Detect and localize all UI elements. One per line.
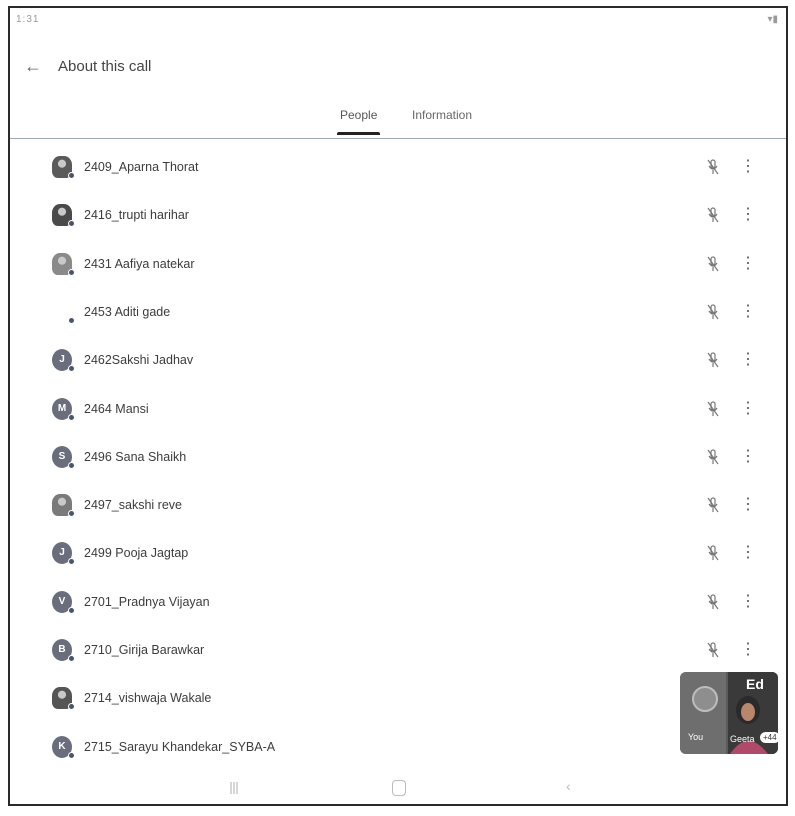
mic-off-icon[interactable] xyxy=(706,158,720,176)
mic-off-icon[interactable] xyxy=(706,496,720,514)
more-options-icon[interactable]: ⋮ xyxy=(740,156,756,178)
mic-off-icon[interactable] xyxy=(706,400,720,418)
nav-back-icon[interactable]: ‹ xyxy=(566,778,571,794)
presence-dot xyxy=(68,703,75,711)
tab-people[interactable]: People xyxy=(337,108,381,135)
more-options-icon[interactable]: ⋮ xyxy=(740,398,756,420)
call-preview-thumbnail[interactable]: You Ed Geeta +44 xyxy=(680,672,778,754)
more-options-icon[interactable]: ⋮ xyxy=(740,494,756,516)
status-icons: ▾▮ xyxy=(767,14,778,25)
self-label: You xyxy=(688,732,704,742)
participant-row[interactable]: 2416_trupti harihar ⋮ xyxy=(10,194,786,240)
participant-row[interactable]: 2714_vishwaja Wakale xyxy=(10,677,786,723)
participant-name: 2409_Aparna Thorat xyxy=(84,160,199,174)
presence-dot xyxy=(68,461,75,469)
participant-name: 2701_Pradnya Vijayan xyxy=(84,594,210,609)
participant-name: 2499 Pooja Jagtap xyxy=(84,546,189,561)
status-bar: 1:31 ▾▮ xyxy=(10,8,786,32)
participant-name: 2496 Sana Shaikh xyxy=(84,449,187,464)
pip-sign-text: Ed xyxy=(746,676,764,692)
participant-row[interactable]: S 2496 Sana Shaikh ⋮ xyxy=(10,436,786,482)
participant-name: 2453 Aditi gade xyxy=(84,304,171,319)
tab-information-label: Information xyxy=(412,108,473,122)
self-video-tile: You xyxy=(680,672,726,754)
page-title: About this call xyxy=(58,58,152,75)
participant-row[interactable]: 2431 Aafiya natekar ⋮ xyxy=(10,243,786,289)
presence-dot xyxy=(68,510,75,518)
participant-name: 2715_Sarayu Khandekar_SYBA-A xyxy=(84,739,276,754)
mic-off-icon[interactable] xyxy=(706,303,720,321)
participant-row[interactable]: 2409_Aparna Thorat ⋮ xyxy=(10,146,786,192)
more-options-icon[interactable]: ⋮ xyxy=(740,204,756,226)
active-tab-indicator xyxy=(337,132,381,135)
home-icon[interactable] xyxy=(392,780,406,796)
system-nav-bar: ‹ xyxy=(10,770,786,804)
participant-count-badge: +44 xyxy=(760,732,778,743)
presence-dot xyxy=(68,365,75,373)
tab-information[interactable]: Information xyxy=(412,108,472,122)
more-options-icon[interactable]: ⋮ xyxy=(740,591,756,613)
presence-dot xyxy=(68,172,75,179)
mic-off-icon[interactable] xyxy=(706,641,720,659)
presenter-label: Geeta xyxy=(730,734,755,744)
participant-name: 2462Sakshi Jadhav xyxy=(84,353,194,368)
presence-dot xyxy=(68,413,75,421)
participant-row[interactable]: B 2710_Girija Barawkar ⋮ xyxy=(10,629,786,675)
participant-name: 2431 Aafiya natekar xyxy=(84,256,195,271)
screen-frame: 1:31 ▾▮ ← About this call People Informa… xyxy=(8,6,788,806)
mic-off-icon[interactable] xyxy=(706,593,720,611)
more-options-icon[interactable]: ⋮ xyxy=(740,253,756,275)
back-arrow-icon[interactable]: ← xyxy=(24,56,42,77)
participant-name: 2710_Girija Barawkar xyxy=(84,643,205,657)
more-options-icon[interactable]: ⋮ xyxy=(740,542,756,564)
participant-row[interactable]: 2497_sakshi reve ⋮ xyxy=(10,484,786,530)
app-bar: ← About this call xyxy=(10,44,786,88)
more-options-icon[interactable]: ⋮ xyxy=(740,639,756,661)
participant-name: 2416_trupti harihar xyxy=(84,208,189,223)
presence-dot xyxy=(68,751,75,759)
participant-row[interactable]: K 2715_Sarayu Khandekar_SYBA-A xyxy=(10,726,786,772)
status-time: 1:31 xyxy=(16,14,40,25)
participant-row[interactable]: J 2462Sakshi Jadhav ⋮ xyxy=(10,339,786,385)
recents-icon[interactable] xyxy=(230,782,238,794)
presence-dot xyxy=(68,220,75,228)
participant-row[interactable]: M 2464 Mansi ⋮ xyxy=(10,388,786,434)
mic-off-icon[interactable] xyxy=(706,206,720,224)
presence-dot xyxy=(68,558,75,566)
mic-off-icon[interactable] xyxy=(706,351,720,369)
mic-off-icon[interactable] xyxy=(706,448,720,466)
presence-dot xyxy=(68,655,75,662)
more-options-icon[interactable]: ⋮ xyxy=(740,301,756,323)
presence-dot xyxy=(68,606,75,614)
presence-dot xyxy=(68,268,75,276)
participant-name: 2497_sakshi reve xyxy=(84,498,182,513)
participant-row[interactable]: V 2701_Pradnya Vijayan ⋮ xyxy=(10,581,786,627)
mic-off-icon[interactable] xyxy=(706,255,720,273)
participant-name: 2714_vishwaja Wakale xyxy=(84,691,212,706)
participant-name: 2464 Mansi xyxy=(84,401,149,416)
more-options-icon[interactable]: ⋮ xyxy=(740,349,756,371)
self-avatar xyxy=(692,686,718,712)
participant-row[interactable]: 2453 Aditi gade ⋮ xyxy=(10,291,786,337)
more-options-icon[interactable]: ⋮ xyxy=(740,446,756,468)
presence-dot xyxy=(68,316,75,324)
tab-people-label: People xyxy=(340,108,378,122)
tab-bar: People Information xyxy=(10,102,786,139)
mic-off-icon[interactable] xyxy=(706,544,720,562)
participant-row[interactable]: J 2499 Pooja Jagtap ⋮ xyxy=(10,532,786,578)
